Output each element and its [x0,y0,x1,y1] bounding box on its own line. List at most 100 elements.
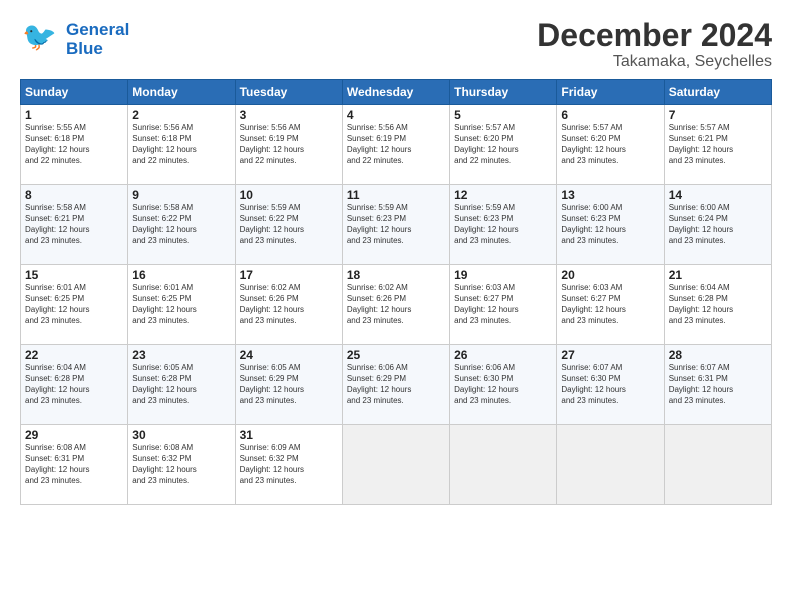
day-info: Sunrise: 6:00 AM Sunset: 6:23 PM Dayligh… [561,203,659,246]
calendar-table: Sunday Monday Tuesday Wednesday Thursday… [20,79,772,505]
calendar-cell: 13Sunrise: 6:00 AM Sunset: 6:23 PM Dayli… [557,185,664,265]
calendar-cell: 19Sunrise: 6:03 AM Sunset: 6:27 PM Dayli… [450,265,557,345]
day-info: Sunrise: 5:58 AM Sunset: 6:21 PM Dayligh… [25,203,123,246]
day-number: 30 [132,428,230,442]
day-info: Sunrise: 5:55 AM Sunset: 6:18 PM Dayligh… [25,123,123,166]
day-number: 7 [669,108,767,122]
day-number: 26 [454,348,552,362]
calendar-cell [450,425,557,505]
calendar-week-1: 1Sunrise: 5:55 AM Sunset: 6:18 PM Daylig… [21,105,772,185]
title-block: December 2024 Takamaka, Seychelles [537,18,772,71]
logo-icon: 🐦 [20,18,58,61]
logo: 🐦 General Blue [20,18,129,61]
day-info: Sunrise: 5:59 AM Sunset: 6:22 PM Dayligh… [240,203,338,246]
day-number: 6 [561,108,659,122]
day-number: 28 [669,348,767,362]
day-number: 4 [347,108,445,122]
day-number: 8 [25,188,123,202]
calendar-title: December 2024 [537,18,772,53]
calendar-week-4: 22Sunrise: 6:04 AM Sunset: 6:28 PM Dayli… [21,345,772,425]
day-info: Sunrise: 6:03 AM Sunset: 6:27 PM Dayligh… [454,283,552,326]
calendar-cell: 29Sunrise: 6:08 AM Sunset: 6:31 PM Dayli… [21,425,128,505]
day-number: 11 [347,188,445,202]
day-info: Sunrise: 6:06 AM Sunset: 6:29 PM Dayligh… [347,363,445,406]
day-info: Sunrise: 6:01 AM Sunset: 6:25 PM Dayligh… [132,283,230,326]
col-sunday: Sunday [21,80,128,105]
logo-text-line2: Blue [66,40,129,59]
calendar-cell: 26Sunrise: 6:06 AM Sunset: 6:30 PM Dayli… [450,345,557,425]
calendar-cell: 28Sunrise: 6:07 AM Sunset: 6:31 PM Dayli… [664,345,771,425]
svg-text:🐦: 🐦 [22,21,57,52]
day-number: 9 [132,188,230,202]
calendar-cell: 6Sunrise: 5:57 AM Sunset: 6:20 PM Daylig… [557,105,664,185]
day-info: Sunrise: 6:07 AM Sunset: 6:31 PM Dayligh… [669,363,767,406]
day-number: 23 [132,348,230,362]
calendar-cell: 17Sunrise: 6:02 AM Sunset: 6:26 PM Dayli… [235,265,342,345]
day-number: 2 [132,108,230,122]
calendar-cell: 12Sunrise: 5:59 AM Sunset: 6:23 PM Dayli… [450,185,557,265]
day-number: 1 [25,108,123,122]
calendar-cell: 8Sunrise: 5:58 AM Sunset: 6:21 PM Daylig… [21,185,128,265]
day-info: Sunrise: 6:02 AM Sunset: 6:26 PM Dayligh… [347,283,445,326]
day-info: Sunrise: 6:01 AM Sunset: 6:25 PM Dayligh… [25,283,123,326]
day-number: 3 [240,108,338,122]
col-monday: Monday [128,80,235,105]
day-info: Sunrise: 5:57 AM Sunset: 6:20 PM Dayligh… [454,123,552,166]
day-number: 31 [240,428,338,442]
day-info: Sunrise: 6:04 AM Sunset: 6:28 PM Dayligh… [25,363,123,406]
day-number: 5 [454,108,552,122]
col-wednesday: Wednesday [342,80,449,105]
calendar-cell: 7Sunrise: 5:57 AM Sunset: 6:21 PM Daylig… [664,105,771,185]
calendar-cell: 10Sunrise: 5:59 AM Sunset: 6:22 PM Dayli… [235,185,342,265]
calendar-cell [342,425,449,505]
day-info: Sunrise: 5:59 AM Sunset: 6:23 PM Dayligh… [347,203,445,246]
day-info: Sunrise: 6:05 AM Sunset: 6:29 PM Dayligh… [240,363,338,406]
day-info: Sunrise: 5:56 AM Sunset: 6:18 PM Dayligh… [132,123,230,166]
day-number: 22 [25,348,123,362]
day-number: 10 [240,188,338,202]
day-number: 25 [347,348,445,362]
day-number: 20 [561,268,659,282]
day-number: 15 [25,268,123,282]
calendar-cell: 24Sunrise: 6:05 AM Sunset: 6:29 PM Dayli… [235,345,342,425]
calendar-cell: 20Sunrise: 6:03 AM Sunset: 6:27 PM Dayli… [557,265,664,345]
day-info: Sunrise: 6:08 AM Sunset: 6:32 PM Dayligh… [132,443,230,486]
day-number: 16 [132,268,230,282]
calendar-location: Takamaka, Seychelles [537,53,772,71]
calendar-week-5: 29Sunrise: 6:08 AM Sunset: 6:31 PM Dayli… [21,425,772,505]
calendar-cell: 15Sunrise: 6:01 AM Sunset: 6:25 PM Dayli… [21,265,128,345]
day-info: Sunrise: 6:00 AM Sunset: 6:24 PM Dayligh… [669,203,767,246]
day-info: Sunrise: 6:07 AM Sunset: 6:30 PM Dayligh… [561,363,659,406]
day-number: 14 [669,188,767,202]
calendar-cell: 11Sunrise: 5:59 AM Sunset: 6:23 PM Dayli… [342,185,449,265]
day-number: 19 [454,268,552,282]
day-number: 18 [347,268,445,282]
calendar-cell: 22Sunrise: 6:04 AM Sunset: 6:28 PM Dayli… [21,345,128,425]
day-number: 17 [240,268,338,282]
calendar-cell [664,425,771,505]
day-info: Sunrise: 6:03 AM Sunset: 6:27 PM Dayligh… [561,283,659,326]
day-info: Sunrise: 5:56 AM Sunset: 6:19 PM Dayligh… [240,123,338,166]
day-info: Sunrise: 6:08 AM Sunset: 6:31 PM Dayligh… [25,443,123,486]
day-info: Sunrise: 6:04 AM Sunset: 6:28 PM Dayligh… [669,283,767,326]
calendar-cell: 4Sunrise: 5:56 AM Sunset: 6:19 PM Daylig… [342,105,449,185]
calendar-cell: 2Sunrise: 5:56 AM Sunset: 6:18 PM Daylig… [128,105,235,185]
calendar-cell: 9Sunrise: 5:58 AM Sunset: 6:22 PM Daylig… [128,185,235,265]
calendar-cell: 23Sunrise: 6:05 AM Sunset: 6:28 PM Dayli… [128,345,235,425]
calendar-week-2: 8Sunrise: 5:58 AM Sunset: 6:21 PM Daylig… [21,185,772,265]
col-thursday: Thursday [450,80,557,105]
calendar-cell: 18Sunrise: 6:02 AM Sunset: 6:26 PM Dayli… [342,265,449,345]
calendar-header-row: Sunday Monday Tuesday Wednesday Thursday… [21,80,772,105]
day-info: Sunrise: 5:57 AM Sunset: 6:20 PM Dayligh… [561,123,659,166]
day-info: Sunrise: 5:59 AM Sunset: 6:23 PM Dayligh… [454,203,552,246]
day-info: Sunrise: 6:06 AM Sunset: 6:30 PM Dayligh… [454,363,552,406]
day-info: Sunrise: 5:57 AM Sunset: 6:21 PM Dayligh… [669,123,767,166]
calendar-week-3: 15Sunrise: 6:01 AM Sunset: 6:25 PM Dayli… [21,265,772,345]
header: 🐦 General Blue December 2024 Takamaka, S… [20,18,772,71]
calendar-cell [557,425,664,505]
day-info: Sunrise: 6:02 AM Sunset: 6:26 PM Dayligh… [240,283,338,326]
calendar-cell: 5Sunrise: 5:57 AM Sunset: 6:20 PM Daylig… [450,105,557,185]
calendar-cell: 3Sunrise: 5:56 AM Sunset: 6:19 PM Daylig… [235,105,342,185]
calendar-cell: 27Sunrise: 6:07 AM Sunset: 6:30 PM Dayli… [557,345,664,425]
calendar-cell: 30Sunrise: 6:08 AM Sunset: 6:32 PM Dayli… [128,425,235,505]
